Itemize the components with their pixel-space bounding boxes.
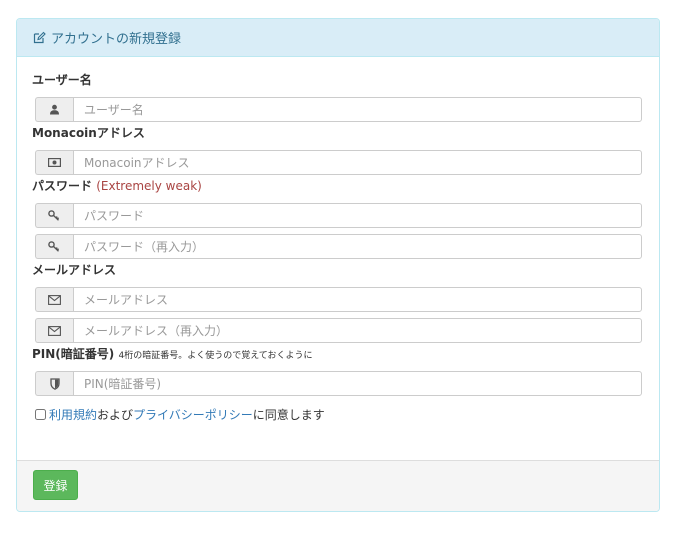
email-confirm-input[interactable] (73, 318, 642, 343)
username-label: ユーザー名 (32, 73, 92, 87)
password-confirm-input-group (35, 234, 642, 259)
password-label-text: パスワード (32, 179, 93, 193)
agreement-checkbox[interactable] (35, 409, 46, 420)
monacoin-address-input[interactable] (73, 150, 642, 175)
key-icon (35, 234, 73, 259)
registration-panel: アカウントの新規登録 ユーザー名 Monacoinアドレス (16, 18, 660, 512)
money-icon (35, 150, 73, 175)
panel-title: アカウントの新規登録 (51, 32, 182, 47)
pin-label-text: PIN(暗証番号) (32, 347, 115, 361)
register-button[interactable]: 登録 (33, 470, 78, 500)
password-confirm-input[interactable] (73, 234, 642, 259)
panel-body: ユーザー名 Monacoinアドレス パスワード (Extremely we (17, 57, 659, 462)
email-input[interactable] (73, 287, 642, 312)
pin-input[interactable] (73, 371, 642, 396)
user-icon (35, 97, 73, 122)
pin-label: PIN(暗証番号) 4桁の暗証番号。よく使うので覚えておくように (32, 345, 312, 362)
agreement-and-text: および (97, 408, 134, 422)
email-input-group (35, 287, 642, 312)
password-strength: (Extremely weak) (96, 179, 202, 193)
terms-link[interactable]: 利用規約 (49, 406, 97, 423)
email-label: メールアドレス (32, 263, 117, 277)
envelope-icon (35, 287, 73, 312)
envelope-icon (35, 318, 73, 343)
pin-hint: 4桁の暗証番号。よく使うので覚えておくように (118, 351, 313, 361)
password-label: パスワード (Extremely weak) (32, 177, 202, 194)
username-input[interactable] (73, 97, 642, 122)
pin-input-group (35, 371, 642, 396)
edit-icon (33, 31, 46, 44)
privacy-policy-link[interactable]: プライバシーポリシー (133, 406, 253, 423)
panel-footer: 登録 (17, 460, 659, 511)
username-input-group (35, 97, 642, 122)
email-confirm-input-group (35, 318, 642, 343)
agreement-row: 利用規約 および プライバシーポリシー に同意します (35, 406, 325, 423)
password-input-group (35, 203, 642, 228)
agreement-suffix: に同意します (252, 408, 325, 422)
key-icon (35, 203, 73, 228)
password-input[interactable] (73, 203, 642, 228)
panel-heading: アカウントの新規登録 (17, 19, 659, 57)
shield-icon (35, 371, 73, 396)
address-input-group (35, 150, 642, 175)
address-label: Monacoinアドレス (32, 126, 145, 140)
